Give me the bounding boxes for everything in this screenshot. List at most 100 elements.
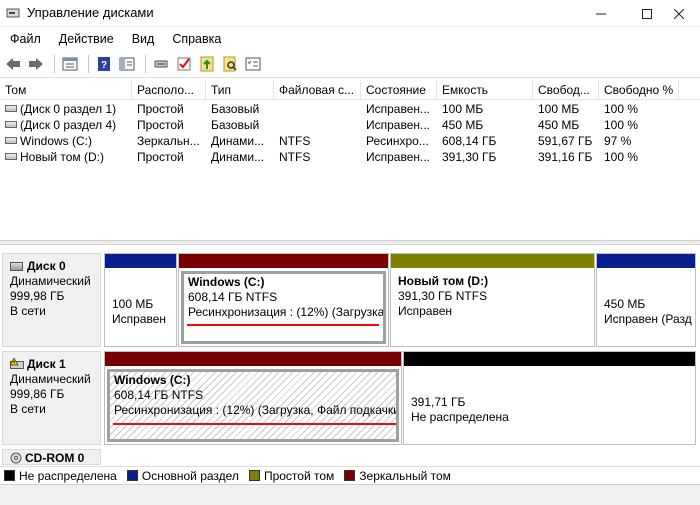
cdrom-0-label[interactable]: CD-ROM 0	[2, 449, 101, 465]
back-icon	[6, 58, 20, 70]
list-view-button[interactable]	[243, 54, 263, 74]
column-header-layout[interactable]: Располо...	[132, 80, 206, 100]
search-icon	[223, 56, 237, 72]
partition-body: 100 МБ Исправен	[107, 271, 174, 344]
percent-free-cell: 100 %	[604, 102, 639, 116]
layout-cell: Простой	[137, 118, 184, 132]
free-space-cell: 450 МБ	[538, 118, 580, 132]
minimize-icon	[596, 13, 606, 14]
red-underline-annotation	[187, 324, 379, 326]
partition-status: Исправен (Разд	[604, 312, 692, 326]
volume-body-selected: Windows (C:) 608,14 ГБ NTFS Ресинхрониза…	[181, 271, 386, 344]
menu-help[interactable]: Справка	[166, 32, 227, 46]
volume-rows: (Диск 0 раздел 1) Простой Базовый Исправ…	[0, 101, 700, 165]
volume-name: Новый том (D:)	[20, 150, 104, 164]
properties-button[interactable]	[60, 54, 80, 74]
unallocated-body: 391,71 ГБ Не распределена	[406, 369, 693, 442]
disk-1-volume-windows[interactable]: Windows (C:) 608,14 ГБ NTFS Ресинхрониза…	[104, 351, 402, 445]
table-row[interactable]: (Диск 0 раздел 4) Простой Базовый Исправ…	[0, 117, 700, 133]
volume-name: (Диск 0 раздел 4)	[20, 118, 117, 132]
legend-label-unallocated: Не распределена	[19, 468, 117, 483]
check-button[interactable]	[174, 54, 194, 74]
unallocated-size: 391,71 ГБ	[411, 395, 466, 409]
disk-management-app-icon	[6, 8, 20, 18]
capacity-cell: 100 МБ	[442, 102, 484, 116]
cdrom-0-name: CD-ROM 0	[25, 451, 85, 465]
close-button[interactable]	[656, 0, 700, 27]
help-button[interactable]: ?	[94, 54, 114, 74]
toolbar-separator	[145, 55, 146, 73]
volume-icon	[5, 153, 17, 160]
layout-cell: Простой	[137, 150, 184, 164]
disk-0-volume-windows[interactable]: Windows (C:) 608,14 ГБ NTFS Ресинхрониза…	[178, 253, 389, 347]
console-tree-button[interactable]	[117, 54, 137, 74]
volume-icon	[5, 137, 17, 144]
disk-0-partition-4[interactable]: 450 МБ Исправен (Разд	[596, 253, 696, 347]
menu-file[interactable]: Файл	[4, 32, 47, 46]
connect-button[interactable]	[151, 54, 171, 74]
type-cell: Динами...	[211, 134, 265, 148]
search-button[interactable]	[220, 54, 240, 74]
percent-free-cell: 97 %	[604, 134, 632, 148]
mirrored-volume-bar	[179, 254, 388, 268]
toolbar: ?	[0, 51, 700, 78]
svg-text:?: ?	[101, 60, 107, 71]
column-header-capacity[interactable]: Емкость	[437, 80, 533, 100]
volume-list-header: Том Располо... Тип Файловая с... Состоян…	[0, 80, 700, 100]
status-cell: Ресинхро...	[366, 134, 429, 148]
primary-partition-bar	[597, 254, 695, 268]
column-header-status[interactable]: Состояние	[361, 80, 437, 100]
cdrom-icon	[10, 452, 22, 464]
mirrored-volume-bar	[105, 352, 401, 366]
disk-1-label[interactable]: Диск 1 Динамический 999,86 ГБ В сети	[2, 351, 101, 445]
menu-view[interactable]: Вид	[126, 32, 161, 46]
column-header-filesystem[interactable]: Файловая с...	[274, 80, 361, 100]
window-title: Управление дисками	[27, 5, 154, 20]
volume-list: Том Располо... Тип Файловая с... Состоян…	[0, 80, 700, 240]
column-header-free-space[interactable]: Свобод...	[533, 80, 599, 100]
type-cell: Базовый	[211, 118, 260, 132]
volume-icon	[5, 105, 17, 112]
volume-name: Windows (C:)	[20, 134, 93, 148]
table-row[interactable]: (Диск 0 раздел 1) Простой Базовый Исправ…	[0, 101, 700, 117]
table-row[interactable]: Новый том (D:) Простой Динами... NTFS Ис…	[0, 149, 700, 165]
menu-action[interactable]: Действие	[53, 32, 120, 46]
status-cell: Исправен...	[366, 118, 431, 132]
layout-cell: Зеркальн...	[137, 134, 200, 148]
forward-button[interactable]	[26, 54, 46, 74]
partition-size: 450 МБ	[604, 297, 646, 311]
table-row[interactable]: Windows (C:) Зеркальн... Динами... NTFS …	[0, 133, 700, 149]
disk-1-unallocated[interactable]: 391,71 ГБ Не распределена	[403, 351, 696, 445]
column-header-percent-free[interactable]: Свободно %	[599, 80, 679, 100]
column-header-type[interactable]: Тип	[206, 80, 274, 100]
volume-body: Новый том (D:) 391,30 ГБ NTFS Исправен	[393, 271, 592, 344]
legend-label-simple-volume: Простой том	[263, 468, 335, 483]
check-icon	[177, 57, 191, 71]
disk-0-volume-d[interactable]: Новый том (D:) 391,30 ГБ NTFS Исправен	[390, 253, 595, 347]
volume-name: Windows (C:)	[188, 275, 265, 289]
legend-swatch-primary-partition	[126, 470, 138, 481]
volume-name: Windows (C:)	[114, 373, 191, 387]
disk-0-partition-1[interactable]: 100 МБ Исправен	[104, 253, 177, 347]
capacity-cell: 608,14 ГБ	[442, 134, 497, 148]
volume-name: Новый том (D:)	[398, 274, 489, 288]
disk-0-label[interactable]: Диск 0 Динамический 999,98 ГБ В сети	[2, 253, 101, 347]
capacity-cell: 391,30 ГБ	[442, 150, 497, 164]
filesystem-cell: NTFS	[279, 150, 311, 164]
export-button[interactable]	[197, 54, 217, 74]
volume-status: Ресинхронизация : (12%) (Загрузка,	[188, 305, 386, 319]
disk-graphical-view: Диск 0 Динамический 999,98 ГБ В сети 100…	[0, 245, 700, 465]
column-header-volume[interactable]: Том	[0, 80, 132, 100]
partition-size: 100 МБ	[112, 297, 154, 311]
volume-cell: Windows (C:)	[0, 133, 132, 149]
back-button[interactable]	[3, 54, 23, 74]
maximize-icon	[642, 8, 652, 19]
forward-icon	[29, 58, 43, 70]
toolbar-separator	[54, 55, 55, 73]
volume-cell: (Диск 0 раздел 4)	[0, 117, 132, 133]
minimize-button[interactable]	[578, 0, 624, 27]
volume-status: Исправен	[398, 304, 453, 318]
disk-icon	[10, 262, 23, 271]
legend-swatch-simple-volume	[248, 470, 260, 481]
toolbar-separator	[88, 55, 89, 73]
